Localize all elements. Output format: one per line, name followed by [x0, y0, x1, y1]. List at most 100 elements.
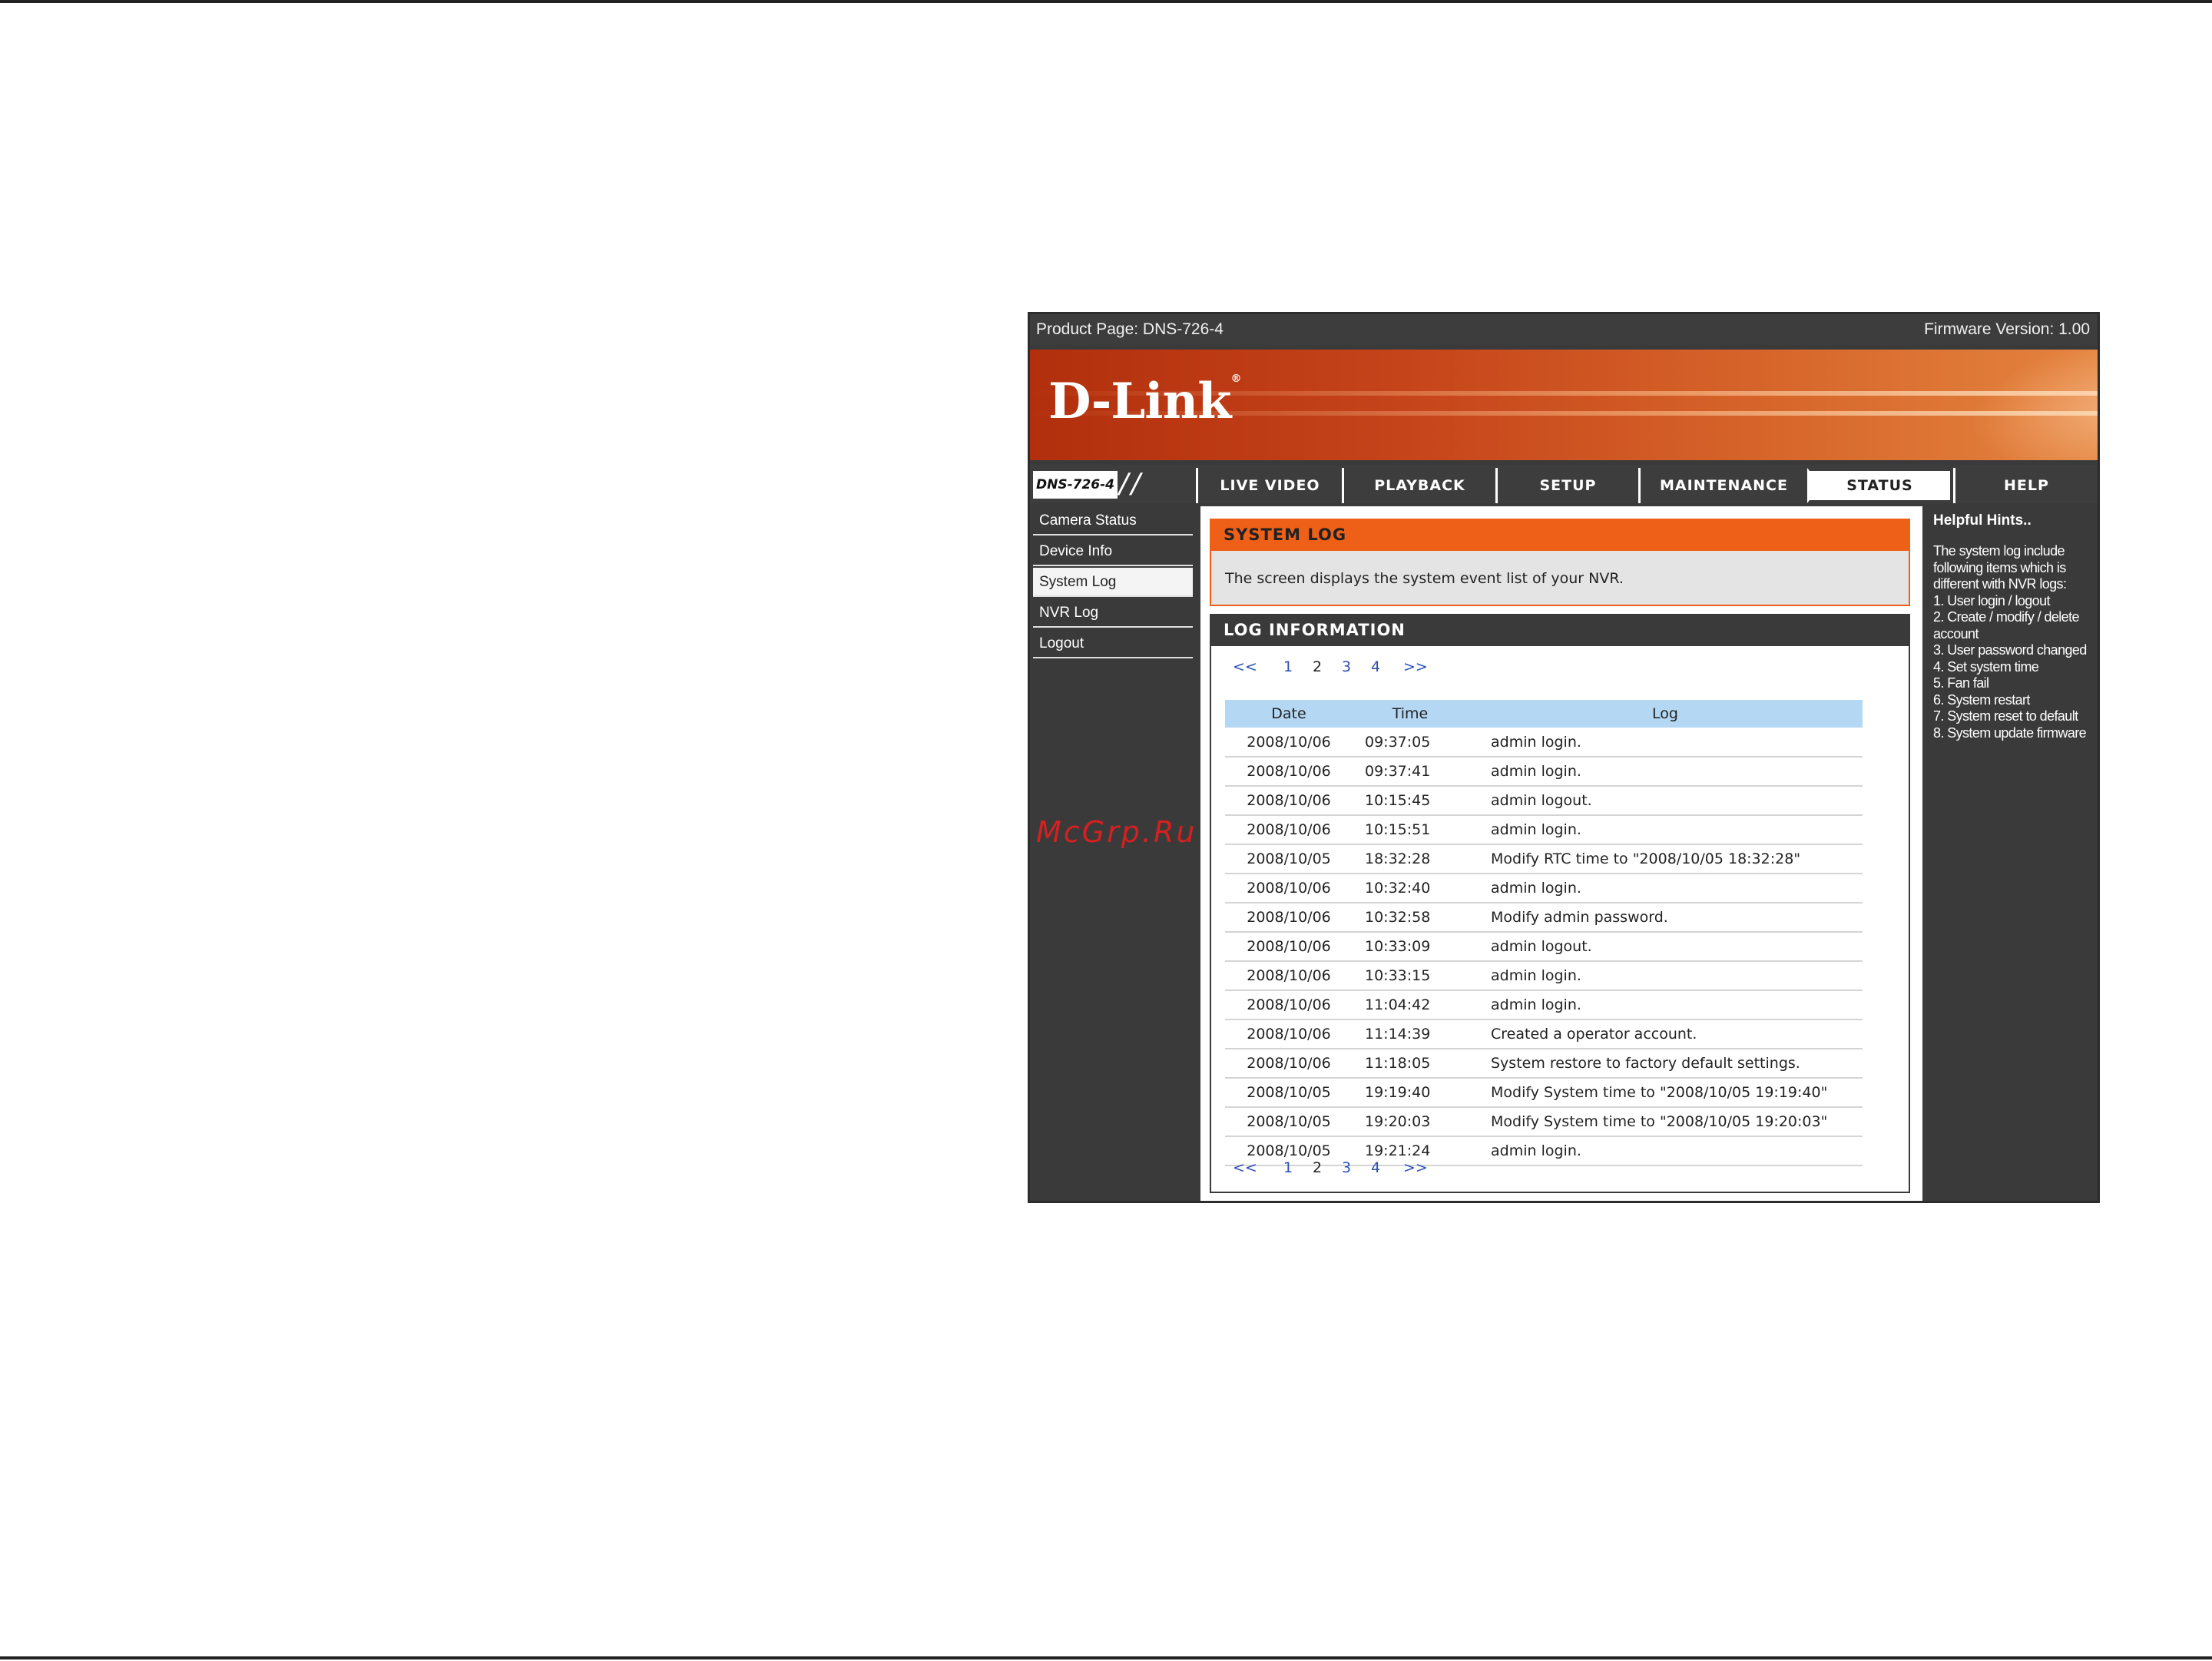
- row-log: admin login.: [1468, 1136, 1863, 1166]
- product-page-label: Product Page: DNS-726-4: [1036, 320, 1224, 338]
- page-top-rule: [0, 0, 2212, 3]
- logo-registered-mark: ®: [1230, 373, 1241, 385]
- row-date: 2008/10/06: [1225, 815, 1353, 845]
- nvr-web-ui: Product Page: DNS-726-4 Firmware Version…: [1028, 312, 2100, 1203]
- table-row: 2008/10/06 10:32:58 Modify admin password.: [1225, 903, 1863, 933]
- row-log: admin login.: [1468, 728, 1863, 758]
- row-date: 2008/10/05: [1225, 844, 1353, 874]
- hint-line: account: [1933, 625, 1979, 642]
- banner-glow: [1940, 350, 2098, 460]
- logo-text: D-Link: [1048, 373, 1231, 430]
- tab-playback[interactable]: PLAYBACK: [1342, 468, 1495, 503]
- log-table-header: Date Time Log: [1225, 700, 1863, 728]
- row-log: System restore to factory default settin…: [1468, 1049, 1863, 1079]
- row-date: 2008/10/06: [1225, 932, 1353, 962]
- table-row: 2008/10/06 11:14:39 Created a operator acc…: [1225, 1019, 1863, 1049]
- row-time: 10:15:45: [1353, 786, 1468, 816]
- tab-setup[interactable]: SETUP: [1495, 468, 1638, 503]
- table-row: 2008/10/05 19:19:40 Modify System time to …: [1225, 1078, 1863, 1108]
- row-date: 2008/10/06: [1225, 1049, 1353, 1079]
- row-date: 2008/10/05: [1225, 1078, 1353, 1108]
- sidebar-item-camera-status[interactable]: Camera Status: [1033, 506, 1193, 535]
- helpful-hints-title: Helpful Hints..: [1933, 512, 2032, 529]
- column-header-date: Date: [1225, 700, 1353, 728]
- pager-first-link[interactable]: <<: [1233, 1159, 1257, 1176]
- pager-page-1[interactable]: 1: [1283, 658, 1293, 675]
- row-time: 10:33:15: [1353, 961, 1468, 991]
- table-row: 2008/10/06 10:15:45 admin logout.: [1225, 786, 1863, 816]
- sidebar-item-device-info[interactable]: Device Info: [1033, 537, 1193, 566]
- pager-last-link[interactable]: >>: [1403, 658, 1428, 675]
- row-date: 2008/10/06: [1225, 874, 1353, 903]
- main-content: SYSTEM LOG The screen displays the syste…: [1200, 506, 1922, 1201]
- row-time: 10:15:51: [1353, 815, 1468, 845]
- hint-line: 6. System restart: [1933, 691, 2030, 708]
- table-row: 2008/10/06 10:33:15 admin login.: [1225, 961, 1863, 991]
- log-information-title: LOG INFORMATION: [1210, 614, 1910, 646]
- row-date: 2008/10/06: [1225, 728, 1353, 758]
- hint-line: The system log include: [1933, 543, 2065, 559]
- tab-live-video[interactable]: LIVE VIDEO: [1196, 468, 1342, 503]
- tab-status[interactable]: STATUS: [1807, 468, 1953, 503]
- row-date: 2008/10/06: [1225, 961, 1353, 991]
- row-log: Created a operator account.: [1468, 1019, 1863, 1049]
- pager-page-4[interactable]: 4: [1371, 658, 1380, 675]
- table-row: 2008/10/06 11:18:05 System restore to fact…: [1225, 1049, 1863, 1079]
- row-log: Modify RTC time to "2008/10/05 18:32:28": [1468, 844, 1863, 874]
- row-time: 09:37:41: [1353, 757, 1468, 787]
- sidebar-item-logout[interactable]: Logout: [1033, 629, 1193, 658]
- hint-line: 3. User password changed: [1933, 642, 2087, 658]
- row-log: admin login.: [1468, 757, 1863, 787]
- hint-line: following items which is: [1933, 559, 2066, 575]
- system-log-description: The screen displays the system event lis…: [1210, 551, 1910, 606]
- table-row: 2008/10/06 11:04:42 admin login.: [1225, 990, 1863, 1020]
- row-date: 2008/10/06: [1225, 757, 1353, 787]
- row-time: 10:33:09: [1353, 932, 1468, 962]
- tab-help[interactable]: HELP: [1953, 468, 2098, 503]
- log-information-panel: << 1 2 3 4 >> Date Time Log 2008/10/06 09…: [1210, 646, 1910, 1193]
- pager-page-1[interactable]: 1: [1283, 1159, 1293, 1176]
- top-info-bar: Product Page: DNS-726-4 Firmware Version…: [1030, 314, 2098, 345]
- hint-line: 5. Fan fail: [1933, 675, 1989, 691]
- firmware-version-label: Firmware Version: 1.00: [1924, 320, 2090, 338]
- row-log: admin login.: [1468, 815, 1863, 845]
- row-time: 18:32:28: [1353, 844, 1468, 874]
- system-log-title: SYSTEM LOG: [1210, 519, 1910, 551]
- pager-page-3[interactable]: 3: [1342, 1159, 1351, 1176]
- helpful-hints-panel: Helpful Hints.. The system log include f…: [1929, 506, 2096, 1201]
- hint-line: different with NVR logs:: [1933, 576, 2067, 592]
- row-date: 2008/10/05: [1225, 1107, 1353, 1137]
- table-row: 2008/10/05 18:32:28 Modify RTC time to "20…: [1225, 844, 1863, 874]
- watermark: McGrp.Ru: [1036, 815, 1197, 849]
- table-row: 2008/10/06 09:37:05 admin login.: [1225, 728, 1863, 758]
- row-time: 19:20:03: [1353, 1107, 1468, 1137]
- hint-line: 7. System reset to default: [1933, 708, 2078, 724]
- pager-last-link[interactable]: >>: [1403, 1159, 1428, 1176]
- row-log: Modify admin password.: [1468, 903, 1863, 933]
- row-time: 09:37:05: [1353, 728, 1468, 758]
- row-log: Modify System time to "2008/10/05 19:20:…: [1468, 1107, 1863, 1137]
- row-time: 10:32:40: [1353, 874, 1468, 903]
- dlink-logo: D-Link®: [1048, 373, 1241, 430]
- pager-page-4[interactable]: 4: [1371, 1159, 1380, 1176]
- sidebar-item-nvr-log[interactable]: NVR Log: [1033, 598, 1193, 628]
- row-log: Modify System time to "2008/10/05 19:19:…: [1468, 1078, 1863, 1108]
- main-nav: DNS-726-4 / / LIVE VIDEO PLAYBACK SETUP …: [1030, 465, 2098, 503]
- table-row: 2008/10/06 10:33:09 admin logout.: [1225, 932, 1863, 962]
- column-header-log: Log: [1468, 700, 1863, 728]
- tab-maintenance[interactable]: MAINTENANCE: [1638, 468, 1807, 503]
- hint-line: 2. Create / modify / delete: [1933, 609, 2080, 625]
- slash-divider-icon: / /: [1119, 468, 1141, 499]
- model-badge: DNS-726-4: [1033, 471, 1118, 499]
- sidebar-item-system-log[interactable]: System Log: [1033, 568, 1193, 597]
- pager-first-link[interactable]: <<: [1233, 658, 1257, 675]
- row-date: 2008/10/06: [1225, 786, 1353, 816]
- row-log: admin login.: [1468, 874, 1863, 903]
- row-date: 2008/10/06: [1225, 990, 1353, 1020]
- table-row: 2008/10/05 19:20:03 Modify System time to …: [1225, 1107, 1863, 1137]
- page-bottom-rule: [0, 1656, 2212, 1659]
- pager-page-3[interactable]: 3: [1342, 658, 1351, 675]
- row-log: admin logout.: [1468, 786, 1863, 816]
- column-header-time: Time: [1353, 700, 1468, 728]
- row-date: 2008/10/06: [1225, 903, 1353, 933]
